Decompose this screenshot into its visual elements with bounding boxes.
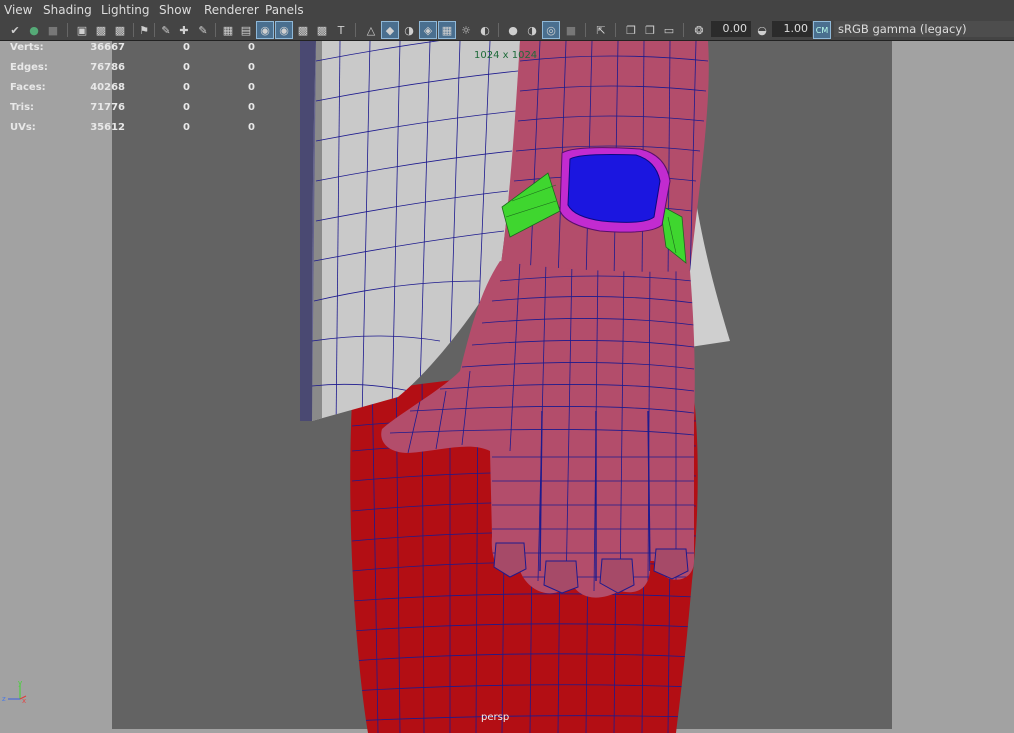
panel-toolbar: ✔ ● ■ ▣ ▩ ▩ ⚑ ✎ ✚ ✎ ▦ ▤ ◉ ◉ ▩ ▩ T △ ◆ ◑ … — [0, 20, 1014, 40]
resolution-gate-icon[interactable]: ▩ — [112, 22, 128, 38]
backface-culling-icon[interactable]: ▭ — [661, 22, 677, 38]
smooth-shade-icon[interactable]: ◆ — [381, 21, 399, 39]
menu-lighting[interactable]: Lighting — [101, 3, 150, 17]
menu-panels[interactable]: Panels — [265, 3, 304, 17]
resolution-gate-label: 1024 x 1024 — [474, 50, 538, 61]
wireframe-icon[interactable]: △ — [363, 22, 379, 38]
gamma-field[interactable]: 1.00 — [772, 21, 812, 37]
pencil-icon[interactable]: ✎ — [158, 22, 174, 38]
panel-menu-bar: View Shading Lighting Show Renderer Pane… — [0, 0, 1014, 21]
axis-z-label: z — [2, 695, 6, 703]
tool-icon[interactable]: ✎ — [195, 22, 211, 38]
text-icon[interactable]: T — [333, 22, 349, 38]
separator — [585, 23, 586, 37]
exposure-field[interactable]: 0.00 — [711, 21, 751, 37]
menu-view[interactable]: View — [4, 3, 32, 17]
field-chart-icon[interactable]: ◉ — [256, 21, 274, 39]
default-material-icon[interactable]: ◑ — [401, 22, 417, 38]
screen-space-ao-icon[interactable]: ● — [505, 22, 521, 38]
move-icon[interactable]: ✚ — [176, 22, 192, 38]
menu-show[interactable]: Show — [159, 3, 191, 17]
use-all-lights-icon[interactable]: ☼ — [458, 22, 474, 38]
separator — [133, 23, 134, 37]
separator — [683, 23, 684, 37]
wireframe-on-shaded-icon[interactable]: ◈ — [419, 21, 437, 39]
select-camera-icon[interactable]: ✔ — [7, 22, 23, 38]
gate-mask-icon[interactable]: ▤ — [238, 22, 254, 38]
gamma-icon[interactable]: ◒ — [754, 22, 770, 38]
camera-attributes-icon[interactable]: ● — [26, 22, 42, 38]
menu-shading[interactable]: Shading — [43, 3, 92, 17]
axis-y-label: y — [18, 681, 22, 687]
camera-name-label: persp — [481, 712, 510, 723]
exposure-icon[interactable]: ❂ — [691, 22, 707, 38]
menu-renderer[interactable]: Renderer — [204, 3, 259, 17]
image-plane-icon[interactable]: ▣ — [74, 22, 90, 38]
view-axis-icon: z x y — [2, 681, 27, 705]
separator — [355, 23, 356, 37]
separator — [215, 23, 216, 37]
axis-x-label: x — [22, 697, 26, 705]
separator — [154, 23, 155, 37]
bookmarks-icon[interactable]: ■ — [45, 22, 61, 38]
separator — [615, 23, 616, 37]
color-management-toggle[interactable]: CM — [813, 21, 831, 39]
bookmark-flag-icon[interactable]: ⚑ — [136, 22, 152, 38]
separator — [498, 23, 499, 37]
safe-title-icon[interactable]: ▩ — [295, 22, 311, 38]
isolate-select-icon[interactable]: ⇱ — [593, 22, 609, 38]
depth-of-field-icon[interactable]: ■ — [563, 22, 579, 38]
3d-viewport[interactable]: Verts: 36667 0 0 Edges: 76786 0 0 Faces:… — [0, 40, 1014, 733]
motion-blur-icon[interactable]: ◑ — [524, 22, 540, 38]
safe-action-icon[interactable]: ◉ — [275, 21, 293, 39]
film-gate-icon[interactable]: ▩ — [93, 22, 109, 38]
shadows-icon[interactable]: ◐ — [477, 22, 493, 38]
multisample-aa-icon[interactable]: ◎ — [542, 21, 560, 39]
scene-render — [300, 41, 730, 733]
separator — [67, 23, 68, 37]
xray-icon[interactable]: ▦ — [438, 21, 456, 39]
xray-active-icon[interactable]: ❐ — [623, 22, 639, 38]
transform-icon[interactable]: ▩ — [314, 22, 330, 38]
color-space-select[interactable]: sRGB gamma (legacy) — [834, 21, 1014, 37]
grid-icon[interactable]: ▦ — [220, 22, 236, 38]
two-sided-lighting-icon[interactable]: ❐ — [642, 22, 658, 38]
